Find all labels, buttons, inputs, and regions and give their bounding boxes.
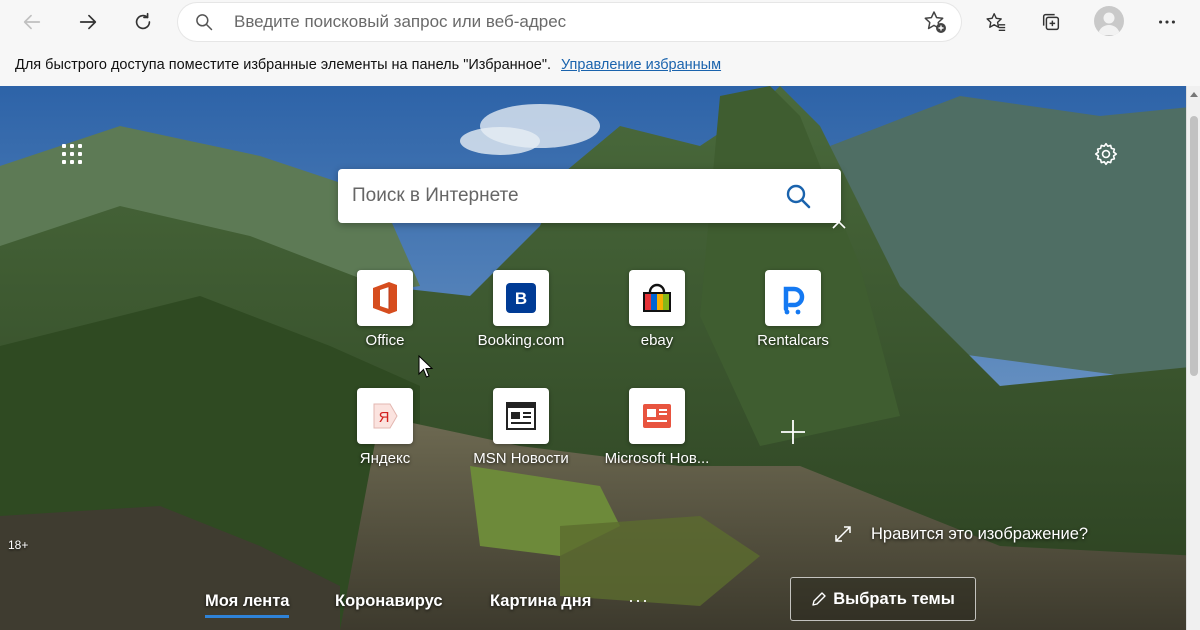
msn-news-icon — [506, 402, 536, 430]
feed-navigation: Моя лента Коронавирус Картина дня ··· Вы… — [0, 556, 1186, 630]
favorites-bar: Для быстрого доступа поместите избранные… — [0, 44, 1200, 86]
like-image-button[interactable]: Нравится это изображение? — [834, 522, 1088, 546]
more-icon — [1159, 20, 1175, 24]
tile-label: ebay — [640, 332, 674, 349]
office-icon — [373, 282, 397, 314]
age-rating-badge: 18+ — [8, 538, 29, 552]
address-input[interactable] — [234, 3, 884, 41]
tab-my-feed[interactable]: Моя лента — [205, 592, 290, 618]
quick-link-booking[interactable]: B Booking.com — [461, 270, 581, 360]
web-search-input[interactable] — [352, 169, 772, 223]
tile-label: MSN Новости — [473, 450, 569, 467]
address-bar[interactable] — [178, 3, 961, 41]
add-site-icon[interactable] — [765, 404, 821, 460]
collections-icon — [1042, 13, 1060, 31]
search-submit-icon[interactable] — [784, 182, 812, 210]
collapse-chevron-icon[interactable] — [832, 220, 846, 230]
quick-link-ebay[interactable]: ebay — [597, 270, 717, 360]
quick-link-rentalcars[interactable]: Rentalcars — [733, 270, 853, 360]
tile-label: Microsoft Нов... — [604, 450, 710, 467]
expand-icon — [835, 526, 851, 542]
favorites-button[interactable] — [978, 4, 1014, 40]
favorites-icon — [986, 13, 1006, 31]
web-search-box[interactable] — [338, 169, 841, 223]
svg-text:B: B — [515, 289, 527, 308]
booking-icon: B — [506, 283, 536, 313]
profile-icon — [1098, 12, 1120, 35]
settings-more-button[interactable] — [1149, 4, 1185, 40]
browser-toolbar — [0, 0, 1200, 44]
quick-link-yandex[interactable]: Я Яндекс — [325, 388, 445, 478]
more-tabs-button[interactable]: ··· — [628, 590, 649, 611]
favorites-bar-message: Для быстрого доступа поместите избранные… — [15, 57, 551, 73]
forward-button[interactable] — [70, 4, 106, 40]
svg-text:Я: Я — [379, 409, 390, 426]
quick-link-microsoft-news[interactable]: Microsoft Нов... — [597, 388, 717, 478]
tile-label: Booking.com — [477, 332, 565, 349]
page-settings-icon[interactable] — [1093, 141, 1119, 167]
refresh-icon — [135, 12, 151, 30]
quick-link-msn-news[interactable]: MSN Новости — [461, 388, 581, 478]
quick-link-office[interactable]: Office — [325, 270, 445, 360]
manage-favorites-link[interactable]: Управление избранным — [561, 57, 721, 73]
pencil-icon — [812, 592, 826, 606]
forward-arrow-icon — [79, 14, 97, 30]
tile-label: Office — [365, 332, 405, 349]
scrollbar-thumb[interactable] — [1190, 116, 1198, 376]
new-tab-page: Office B Booking.com ebay Rentalcars Я Я… — [0, 86, 1200, 630]
add-favorite-icon[interactable] — [922, 9, 948, 35]
collections-button[interactable] — [1033, 4, 1069, 40]
tab-coronavirus[interactable]: Коронавирус — [335, 592, 443, 611]
microsoft-news-icon — [643, 404, 671, 428]
profile-avatar[interactable] — [1094, 6, 1124, 36]
yandex-icon: Я — [373, 403, 398, 429]
refresh-button[interactable] — [125, 4, 161, 40]
tile-label: Яндекс — [359, 450, 411, 467]
back-button[interactable] — [14, 4, 50, 40]
ebay-icon — [643, 283, 671, 312]
page-scrollbar[interactable] — [1186, 86, 1200, 630]
mouse-cursor-icon — [418, 355, 434, 378]
tab-picture-of-day[interactable]: Картина дня — [490, 592, 591, 611]
search-icon — [196, 14, 213, 31]
choose-topics-button[interactable]: Выбрать темы — [790, 577, 976, 621]
rentalcars-icon — [783, 286, 805, 315]
like-image-label: Нравится это изображение? — [871, 524, 1089, 543]
apps-launcher-button[interactable] — [58, 140, 86, 168]
back-arrow-icon — [23, 14, 41, 30]
tile-label: Rentalcars — [757, 332, 829, 349]
choose-topics-label: Выбрать темы — [833, 589, 955, 608]
scroll-up-arrow-icon[interactable] — [1190, 92, 1198, 97]
